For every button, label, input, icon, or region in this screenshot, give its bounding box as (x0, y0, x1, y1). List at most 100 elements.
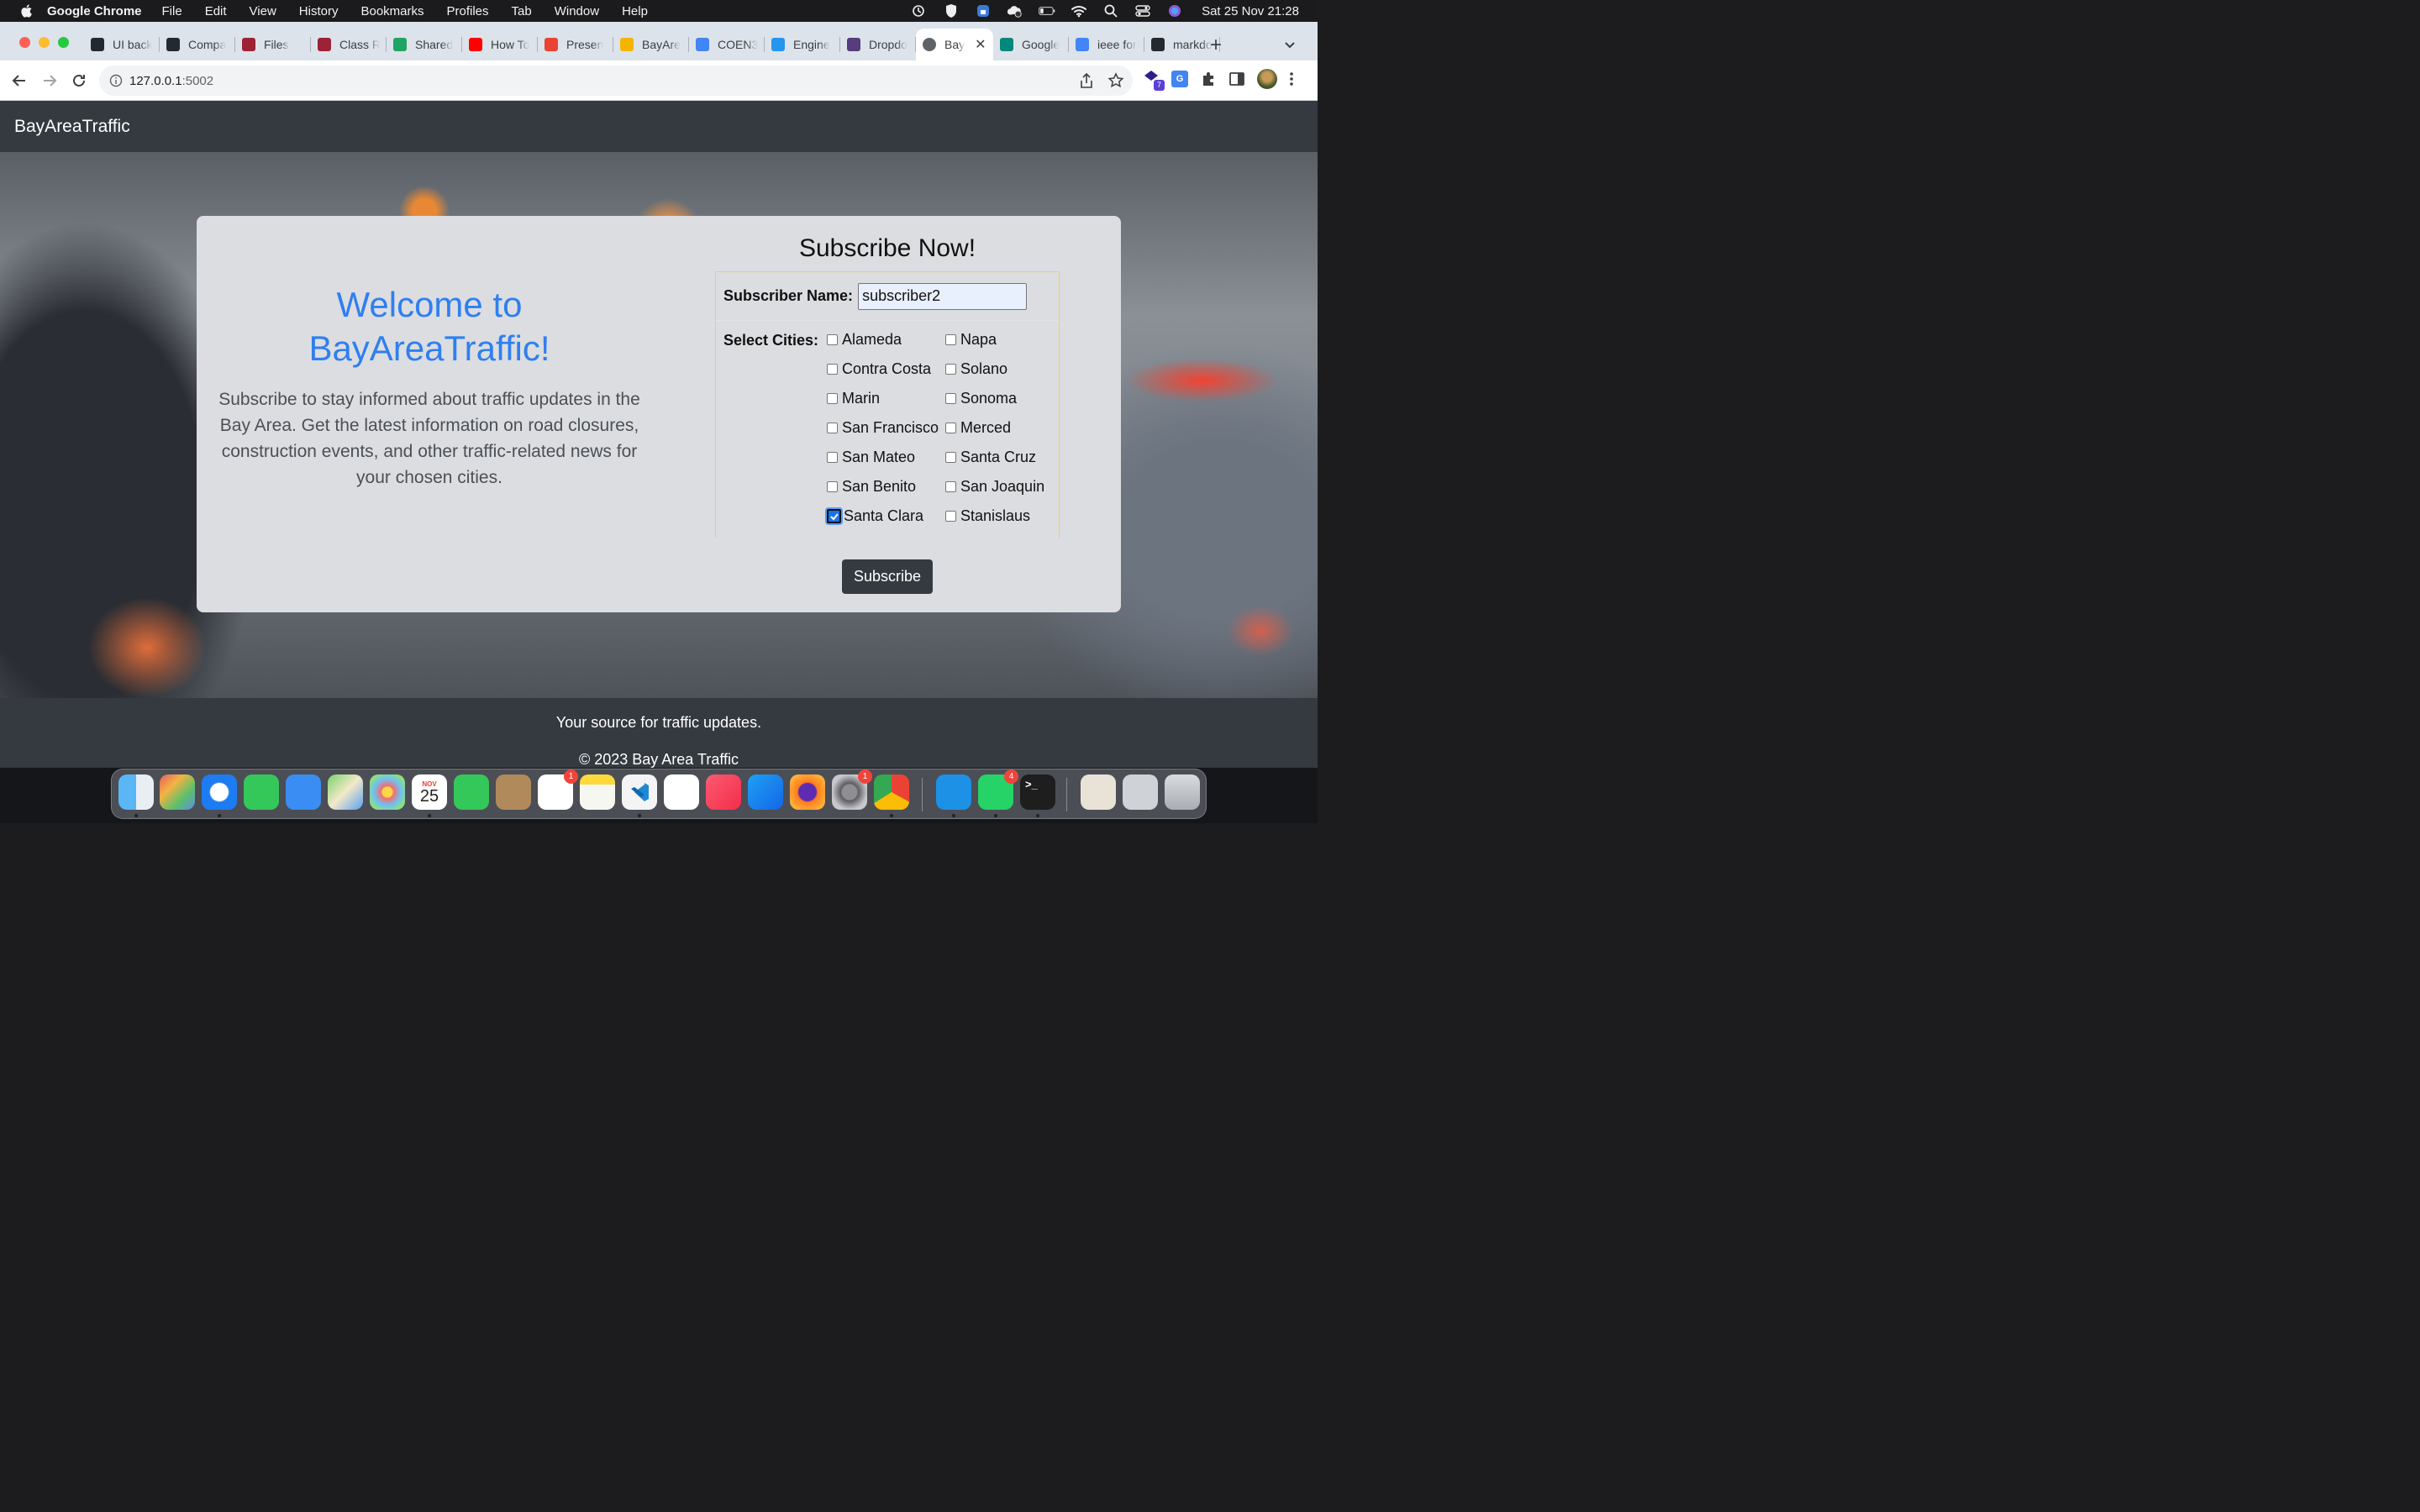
minimize-window-button[interactable] (39, 37, 50, 48)
menu-edit[interactable]: Edit (205, 4, 227, 18)
browser-tab[interactable]: Google (993, 29, 1069, 60)
lock-extension-icon[interactable] (975, 4, 992, 18)
close-window-button[interactable] (19, 37, 30, 48)
city-option[interactable]: San Mateo (827, 449, 915, 466)
notes-dock-icon[interactable] (580, 774, 615, 810)
menu-app-name[interactable]: Google Chrome (47, 4, 142, 18)
extension-7-icon[interactable]: 7 (1143, 69, 1165, 91)
freeform-dock-icon[interactable] (664, 774, 699, 810)
apple-logo-icon[interactable] (18, 3, 34, 18)
browser-tab[interactable]: Dropdo (840, 29, 916, 60)
city-checkbox[interactable] (827, 334, 838, 345)
chrome-dock-icon[interactable] (874, 774, 909, 810)
menu-view[interactable]: View (250, 4, 276, 18)
menu-window[interactable]: Window (555, 4, 599, 18)
city-option[interactable]: Merced (945, 419, 1011, 437)
menu-profiles[interactable]: Profiles (447, 4, 489, 18)
launchpad-dock-icon[interactable] (160, 774, 195, 810)
extensions-puzzle-icon[interactable] (1200, 71, 1217, 87)
contacts-dock-icon[interactable] (496, 774, 531, 810)
browser-tab[interactable]: Compa (160, 29, 235, 60)
city-option[interactable]: San Benito (827, 478, 916, 496)
subscribe-button[interactable]: Subscribe (842, 559, 933, 594)
browser-tab[interactable]: Bay ✕ (916, 29, 993, 60)
docker-dock-icon[interactable] (936, 774, 971, 810)
documents-dock-icon[interactable] (1081, 774, 1116, 810)
safari-dock-icon[interactable] (202, 774, 237, 810)
forward-arrow-icon[interactable] (39, 71, 60, 91)
siri-icon[interactable] (1166, 4, 1183, 18)
terminal-dock-icon[interactable]: >_ (1020, 774, 1055, 810)
firefox-dock-icon[interactable] (790, 774, 825, 810)
browser-tab[interactable]: COEN3 (689, 29, 765, 60)
bookmark-star-icon[interactable] (1107, 72, 1124, 89)
mail-dock-icon[interactable] (286, 774, 321, 810)
finder-dock-icon[interactable] (118, 774, 154, 810)
chrome-menu-kebab-icon[interactable] (1289, 71, 1294, 87)
maps-dock-icon[interactable] (328, 774, 363, 810)
cloud-sync-icon[interactable] (1007, 4, 1023, 18)
city-checkbox[interactable] (827, 509, 841, 523)
city-option[interactable]: San Joaquin (945, 478, 1044, 496)
calendar-dock-icon[interactable]: NOV 25 (412, 774, 447, 810)
browser-tab[interactable]: Presen (538, 29, 613, 60)
subscriber-name-input[interactable] (858, 282, 1028, 310)
city-option[interactable]: Marin (827, 390, 880, 407)
site-brand-link[interactable]: BayAreaTraffic (14, 117, 130, 137)
url-text[interactable]: 127.0.0.1:5002 (129, 74, 213, 88)
city-option[interactable]: Napa (945, 331, 997, 349)
city-checkbox[interactable] (827, 393, 838, 404)
city-option[interactable]: Contra Costa (827, 360, 931, 378)
menu-tab[interactable]: Tab (512, 4, 532, 18)
browser-tab[interactable]: Shared (387, 29, 462, 60)
browser-tab[interactable]: UI back (84, 29, 160, 60)
music-dock-icon[interactable] (706, 774, 741, 810)
city-option[interactable]: Stanislaus (945, 507, 1030, 525)
wifi-icon[interactable] (1071, 4, 1087, 18)
reload-icon[interactable] (69, 71, 89, 91)
tab-search-chevron-icon[interactable] (1282, 37, 1297, 52)
google-translate-icon[interactable]: G (1171, 71, 1188, 87)
menu-history[interactable]: History (299, 4, 339, 18)
city-option[interactable]: San Francisco (827, 419, 939, 437)
city-checkbox[interactable] (945, 511, 956, 522)
browser-tab[interactable]: BayAre (613, 29, 689, 60)
city-checkbox[interactable] (945, 393, 956, 404)
menubar-clock[interactable]: Sat 25 Nov 21:28 (1202, 4, 1299, 18)
shield-vpn-icon[interactable] (943, 4, 960, 18)
screenshot-dock-icon[interactable] (1123, 774, 1158, 810)
menu-help[interactable]: Help (622, 4, 648, 18)
battery-icon[interactable] (1039, 4, 1055, 18)
control-center-icon[interactable] (1134, 4, 1151, 18)
browser-tab[interactable]: Class R (311, 29, 387, 60)
city-option[interactable]: Alameda (827, 331, 902, 349)
vscode-dock-icon[interactable] (622, 774, 657, 810)
browser-tab[interactable]: markdo (1144, 29, 1220, 60)
reminders-dock-icon[interactable]: 1 (538, 769, 578, 810)
city-checkbox[interactable] (827, 423, 838, 433)
side-panel-icon[interactable] (1228, 71, 1245, 87)
city-option[interactable]: Sonoma (945, 390, 1017, 407)
address-bar[interactable]: 127.0.0.1:5002 (99, 66, 1133, 96)
city-checkbox[interactable] (945, 481, 956, 492)
photos-dock-icon[interactable] (370, 774, 405, 810)
city-checkbox[interactable] (945, 423, 956, 433)
facetime-dock-icon[interactable] (454, 774, 489, 810)
browser-tab[interactable]: Engine (765, 29, 840, 60)
time-machine-icon[interactable] (911, 4, 928, 18)
browser-tab[interactable]: ieee for (1069, 29, 1144, 60)
menu-bookmarks[interactable]: Bookmarks (360, 4, 424, 18)
back-arrow-icon[interactable] (9, 71, 29, 91)
city-checkbox[interactable] (827, 452, 838, 463)
system-settings-dock-icon[interactable]: 1 (832, 769, 872, 810)
city-option[interactable]: Solano (945, 360, 1007, 378)
messages-dock-icon[interactable] (244, 774, 279, 810)
city-checkbox[interactable] (945, 334, 956, 345)
close-tab-icon[interactable]: ✕ (975, 36, 986, 53)
city-option[interactable]: Santa Cruz (945, 449, 1036, 466)
share-icon[interactable] (1079, 72, 1094, 89)
city-checkbox[interactable] (827, 481, 838, 492)
browser-tab[interactable]: How To (462, 29, 538, 60)
zoom-window-button[interactable] (58, 37, 69, 48)
menu-file[interactable]: File (162, 4, 182, 18)
